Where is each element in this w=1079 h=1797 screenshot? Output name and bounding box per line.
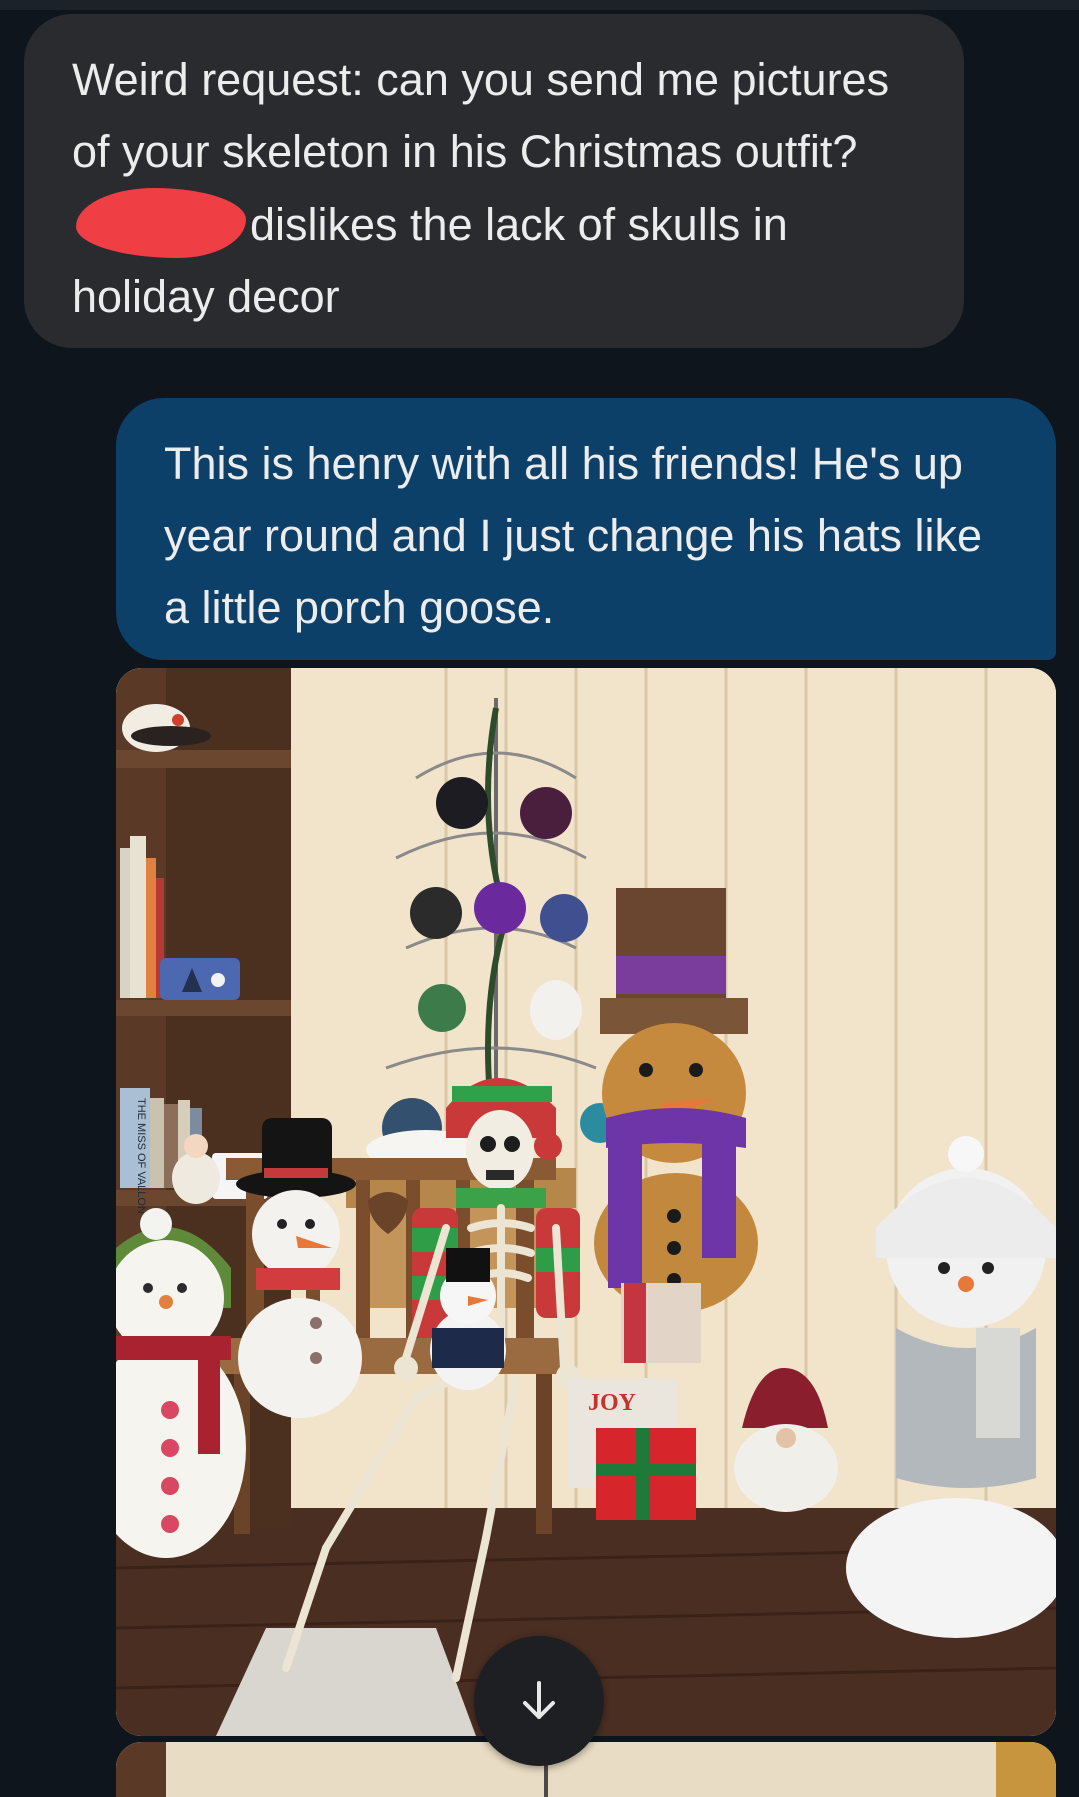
photo-scene: THE MISS OF VALLON JOY xyxy=(116,668,1056,1736)
arrow-down-icon xyxy=(523,1681,555,1719)
gift-box-label: JOY xyxy=(588,1390,636,1416)
incoming-text-part-1: Weird request: can you send me pictures … xyxy=(72,54,890,177)
photo-attachment[interactable]: THE MISS OF VALLON JOY xyxy=(116,668,1056,1736)
top-bar xyxy=(0,0,1079,10)
next-photo-attachment[interactable] xyxy=(116,1742,1056,1797)
incoming-message-bubble[interactable]: Weird request: can you send me pictures … xyxy=(24,14,964,348)
outgoing-message-text: This is henry with all his friends! He's… xyxy=(164,438,982,633)
redaction-mark xyxy=(76,188,246,258)
next-photo-preview xyxy=(116,1742,1056,1797)
scroll-down-button[interactable] xyxy=(474,1636,604,1766)
incoming-message-text: Weird request: can you send me pictures … xyxy=(72,44,918,333)
conversation-screen: Weird request: can you send me pictures … xyxy=(0,0,1079,1797)
book-spine-text: THE MISS OF VALLON xyxy=(135,1098,147,1214)
outgoing-message-bubble[interactable]: This is henry with all his friends! He's… xyxy=(116,398,1056,660)
